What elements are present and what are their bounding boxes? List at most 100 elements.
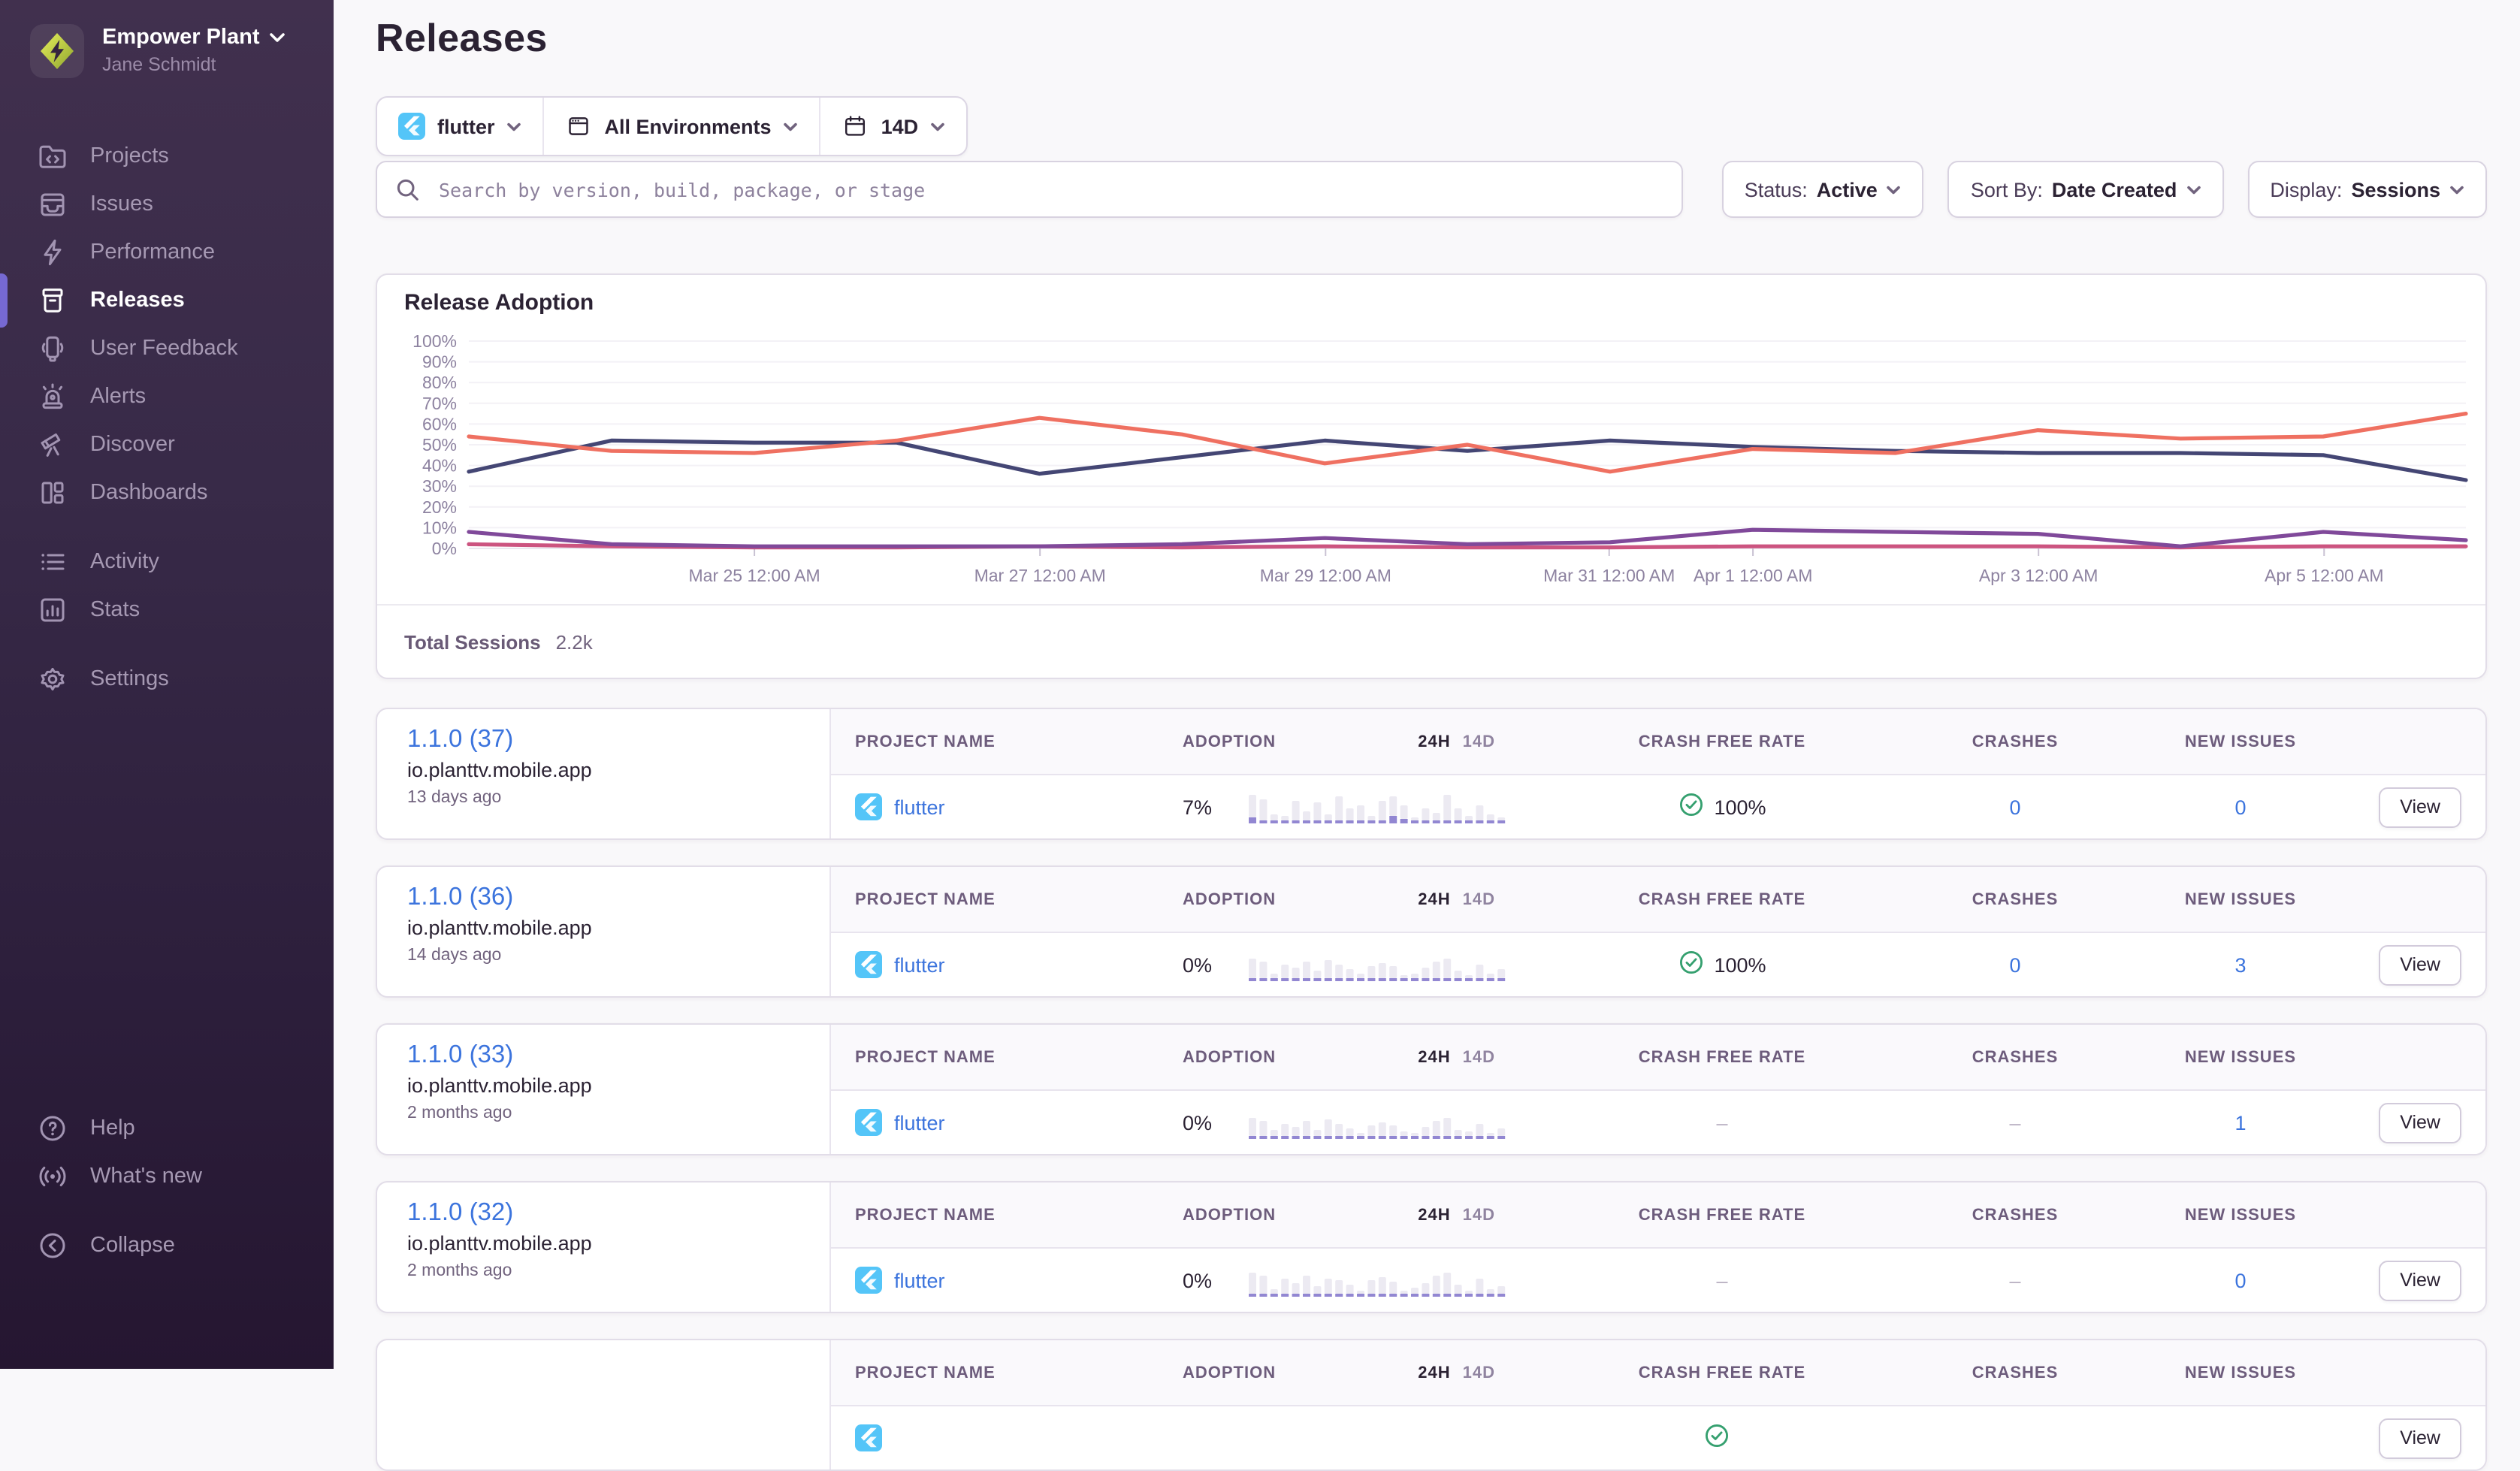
crash-free-check-icon (1678, 950, 1703, 980)
project-link[interactable]: flutter (894, 1269, 945, 1291)
new-issues-link[interactable]: 3 (2234, 953, 2246, 976)
sidebar-item-releases[interactable]: Releases (0, 276, 334, 325)
svg-text:10%: 10% (422, 518, 457, 537)
sidebar-item-whats-new[interactable]: What's new (0, 1152, 334, 1201)
range-14d-toggle[interactable]: 14D (1463, 890, 1495, 908)
sort-dropdown[interactable]: Sort By: Date Created (1948, 161, 2224, 218)
status-label: Status: (1745, 178, 1808, 201)
crashes-link[interactable]: – (2009, 1269, 2020, 1291)
sidebar-item-user-feedback[interactable]: User Feedback (0, 325, 334, 373)
environment-filter[interactable]: All Environments (545, 98, 821, 155)
release-version-link[interactable]: 1.1.0 (36) (407, 882, 513, 912)
release-card: 1.1.0 (32) io.planttv.mobile.app 2 month… (376, 1181, 2487, 1313)
release-summary: 1.1.0 (32) io.planttv.mobile.app 2 month… (377, 1183, 831, 1312)
sidebar-item-discover[interactable]: Discover (0, 421, 334, 469)
project-link[interactable]: flutter (894, 796, 945, 818)
sidebar-nav: Projects Issues Performance Releases Use… (0, 132, 334, 1369)
alerts-icon (36, 380, 69, 413)
col-crash-free-rate: CRASH FREE RATE (1549, 732, 1895, 751)
org-switcher[interactable]: Empower Plant Jane Schmidt (0, 24, 334, 96)
sidebar-item-label: Dashboards (90, 481, 207, 505)
col-project-name: PROJECT NAME (831, 1206, 1159, 1224)
releases-page: Empower Plant Jane Schmidt Projects Issu… (0, 0, 2520, 1369)
release-summary: 1.1.0 (33) io.planttv.mobile.app 2 month… (377, 1025, 831, 1154)
range-24h-toggle[interactable]: 24H (1418, 1364, 1450, 1382)
range-14d-toggle[interactable]: 14D (1463, 732, 1495, 751)
help-icon (36, 1112, 69, 1145)
new-issues-link[interactable]: 0 (2234, 1269, 2246, 1291)
chevron-down-icon (507, 121, 522, 131)
sidebar-item-alerts[interactable]: Alerts (0, 373, 334, 421)
sidebar-item-performance[interactable]: Performance (0, 228, 334, 276)
range-14d-toggle[interactable]: 14D (1463, 1206, 1495, 1224)
table-row: flutter 0% – – 0 View (831, 1249, 2485, 1312)
range-24h-toggle[interactable]: 24H (1418, 1048, 1450, 1066)
svg-text:Mar 31 12:00 AM: Mar 31 12:00 AM (1543, 566, 1675, 585)
col-adoption: ADOPTION (1159, 890, 1249, 908)
crash-free-check-icon (1704, 1423, 1730, 1453)
sidebar-item-settings[interactable]: Settings (0, 655, 334, 703)
sidebar-item-issues[interactable]: Issues (0, 180, 334, 228)
range-24h-toggle[interactable]: 24H (1418, 732, 1450, 751)
flutter-icon (855, 1424, 882, 1451)
col-adoption: ADOPTION (1159, 1364, 1249, 1382)
svg-text:80%: 80% (422, 373, 457, 392)
crash-free-value: – (1716, 1269, 1727, 1291)
new-issues-link[interactable]: 0 (2234, 796, 2246, 818)
release-version-link[interactable]: 1.1.0 (33) (407, 1040, 513, 1070)
status-dropdown[interactable]: Status: Active (1722, 161, 1924, 218)
svg-text:Mar 29 12:00 AM: Mar 29 12:00 AM (1260, 566, 1391, 585)
chevron-down-icon (1887, 184, 1902, 195)
date-range-filter-label: 14D (881, 115, 919, 137)
sidebar-item-projects[interactable]: Projects (0, 132, 334, 180)
release-projects-table: PROJECT NAME ADOPTION 24H 14D CRASH FREE… (831, 709, 2485, 838)
project-link[interactable]: flutter (894, 953, 945, 976)
range-14d-toggle[interactable]: 14D (1463, 1364, 1495, 1382)
page-filter-bar: flutter All Environments 14D (376, 96, 968, 156)
sidebar-collapse-button[interactable]: Collapse (0, 1222, 334, 1270)
table-header-row: PROJECT NAME ADOPTION 24H 14D CRASH FREE… (831, 709, 2485, 775)
range-14d-toggle[interactable]: 14D (1463, 1048, 1495, 1066)
display-dropdown[interactable]: Display: Sessions (2247, 161, 2487, 218)
col-project-name: PROJECT NAME (831, 890, 1159, 908)
col-adoption: ADOPTION (1159, 1048, 1249, 1066)
table-row: flutter 0% – – 1 View (831, 1091, 2485, 1154)
crashes-link[interactable]: 0 (2009, 796, 2020, 818)
crashes-link[interactable]: 0 (2009, 953, 2020, 976)
search-input[interactable] (436, 177, 1663, 202)
page-title: Releases (376, 15, 548, 62)
view-button[interactable]: View (2379, 1260, 2461, 1300)
flutter-icon (855, 951, 882, 978)
crash-free-value: 100% (1714, 953, 1766, 976)
org-logo (30, 24, 84, 78)
project-link[interactable]: flutter (894, 1111, 945, 1134)
view-button[interactable]: View (2379, 1102, 2461, 1143)
release-created: 2 months ago (407, 1104, 799, 1122)
range-24h-toggle[interactable]: 24H (1418, 890, 1450, 908)
view-button[interactable]: View (2379, 787, 2461, 827)
projects-icon (36, 140, 69, 173)
release-version-link[interactable]: 1.1.0 (32) (407, 1198, 513, 1228)
sidebar-item-label: Settings (90, 667, 169, 691)
view-button[interactable]: View (2379, 1418, 2461, 1458)
sidebar-item-help[interactable]: Help (0, 1104, 334, 1152)
sidebar-item-dashboards[interactable]: Dashboards (0, 469, 334, 517)
svg-text:Mar 27 12:00 AM: Mar 27 12:00 AM (974, 566, 1106, 585)
sort-label: Sort By: (1971, 178, 2043, 201)
discover-icon (36, 428, 69, 461)
release-card: 1.1.0 (33) io.planttv.mobile.app 2 month… (376, 1023, 2487, 1155)
sidebar-item-activity[interactable]: Activity (0, 538, 334, 586)
display-value: Sessions (2351, 178, 2440, 201)
flutter-icon (855, 1109, 882, 1136)
col-project-name: PROJECT NAME (831, 1048, 1159, 1066)
project-filter[interactable]: flutter (377, 98, 545, 155)
release-adoption-panel: Release Adoption 0%10%20%30%40%50%60%70%… (376, 273, 2487, 679)
date-range-filter[interactable]: 14D (821, 98, 967, 155)
view-button[interactable]: View (2379, 944, 2461, 985)
crashes-link[interactable]: – (2009, 1111, 2020, 1134)
sidebar-item-stats[interactable]: Stats (0, 586, 334, 634)
flutter-icon (855, 793, 882, 820)
new-issues-link[interactable]: 1 (2234, 1111, 2246, 1134)
release-version-link[interactable]: 1.1.0 (37) (407, 724, 513, 754)
range-24h-toggle[interactable]: 24H (1418, 1206, 1450, 1224)
